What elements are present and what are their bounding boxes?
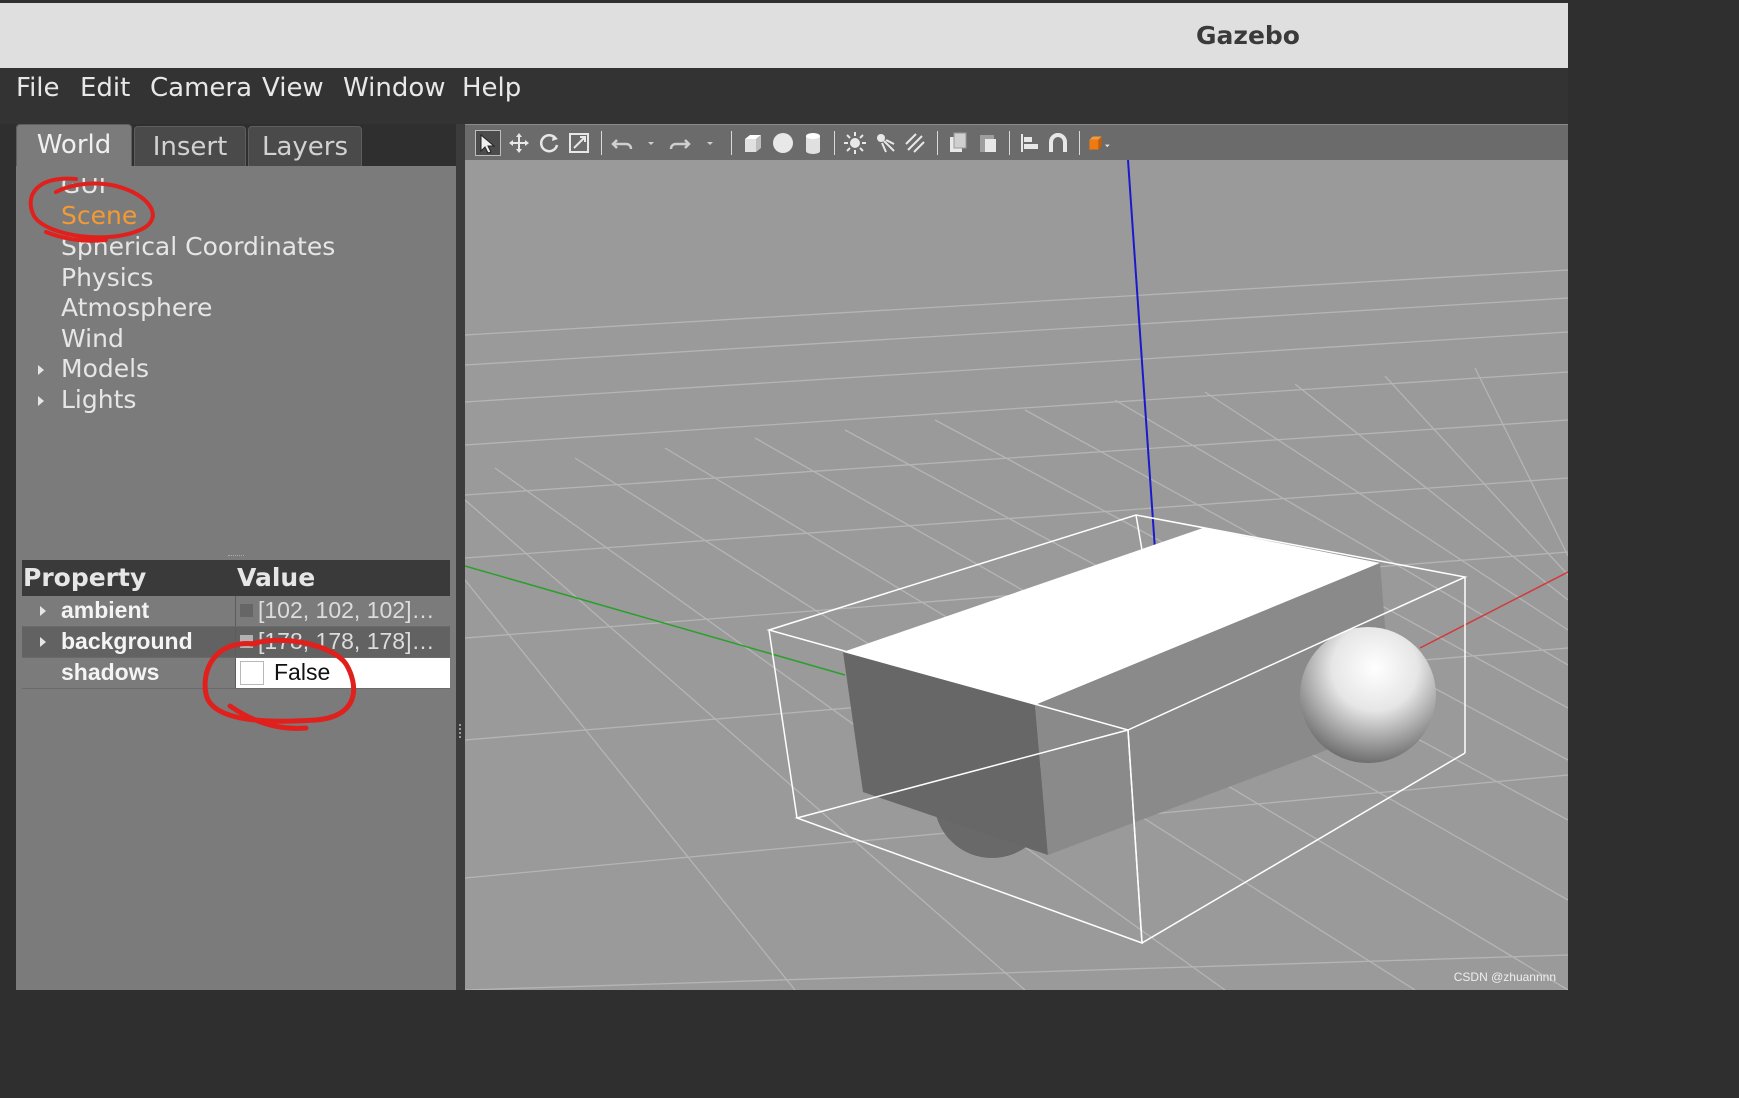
toolbar-separator	[1009, 131, 1010, 155]
redo-icon[interactable]	[667, 130, 693, 156]
menu-edit[interactable]: Edit	[80, 73, 130, 103]
watermark-text: CSDN @zhuannnn	[1453, 970, 1556, 984]
rotate-mode-icon[interactable]	[536, 130, 562, 156]
left-panel: World Insert Layers GUI Scene Spherical …	[16, 124, 456, 990]
redo-dropdown-icon[interactable]	[697, 130, 713, 156]
align-icon[interactable]	[1017, 130, 1043, 156]
directional-light-icon[interactable]	[902, 130, 928, 156]
toolbar-separator	[731, 131, 732, 155]
toolbar-separator	[937, 131, 938, 155]
cylinder-shape-icon[interactable]	[800, 130, 826, 156]
caster-sphere	[1300, 627, 1436, 763]
splitter-grip-icon	[459, 724, 463, 738]
undo-icon[interactable]	[609, 130, 635, 156]
annotation-overlay	[28, 176, 357, 731]
viewport-toolbar	[465, 124, 1568, 160]
menubar: File Edit Camera View Window Help	[0, 68, 1568, 124]
annotation-circle-shadows	[202, 637, 357, 724]
menu-file[interactable]: File	[16, 73, 60, 103]
window-title: Gazebo	[1196, 21, 1300, 50]
annotation-circle-scene	[28, 176, 155, 240]
menu-window[interactable]: Window	[343, 73, 446, 103]
toolbar-separator	[1079, 131, 1080, 155]
sphere-shape-icon[interactable]	[770, 130, 796, 156]
paste-icon[interactable]	[975, 130, 1001, 156]
3d-viewport[interactable]: CSDN @zhuannnn	[465, 160, 1568, 990]
view-angle-icon[interactable]	[1087, 130, 1119, 156]
toolbar-separator	[601, 131, 602, 155]
point-light-icon[interactable]	[842, 130, 868, 156]
window-titlebar: Gazebo	[0, 0, 1568, 68]
panel-splitter[interactable]	[456, 124, 465, 990]
menu-help[interactable]: Help	[462, 73, 521, 103]
scene-render	[465, 160, 1568, 990]
menu-view[interactable]: View	[262, 73, 324, 103]
undo-dropdown-icon[interactable]	[638, 130, 654, 156]
spot-light-icon[interactable]	[872, 130, 898, 156]
menu-camera[interactable]: Camera	[150, 73, 252, 103]
copy-icon[interactable]	[945, 130, 971, 156]
snap-icon[interactable]	[1045, 130, 1071, 156]
box-shape-icon[interactable]	[740, 130, 766, 156]
toolbar-separator	[834, 131, 835, 155]
scale-mode-icon[interactable]	[566, 130, 592, 156]
select-mode-icon[interactable]	[475, 130, 501, 156]
translate-mode-icon[interactable]	[506, 130, 532, 156]
